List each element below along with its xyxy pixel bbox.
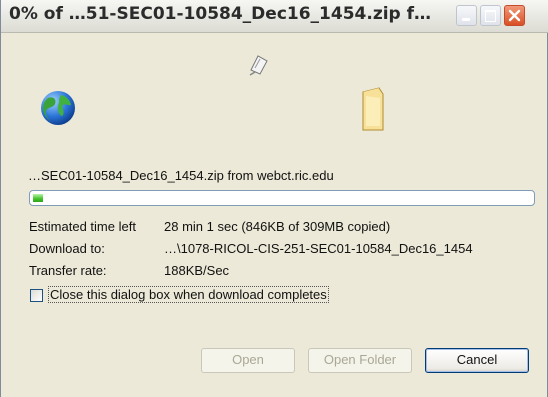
download-file-info: …SEC01-10584_Dec16_1454.zip from webct.r… (28, 168, 334, 183)
cancel-button[interactable]: Cancel (425, 348, 529, 373)
progress-fill (33, 194, 43, 202)
folder-icon (362, 87, 384, 131)
download-to-value: …\1078-RICOL-CIS-251-SEC01-10584_Dec16_1… (164, 241, 473, 256)
open-folder-button-label: Open Folder (323, 352, 397, 367)
download-dialog: 0% of …51-SEC01-10584_Dec16_1454.zip f… (0, 0, 548, 397)
transfer-rate-label: Transfer rate: (29, 263, 107, 278)
window-title: 0% of …51-SEC01-10584_Dec16_1454.zip f… (9, 4, 432, 24)
transfer-rate-value: 188KB/Sec (164, 263, 230, 278)
open-button[interactable]: Open (201, 348, 295, 373)
cancel-button-label: Cancel (456, 352, 498, 367)
close-icon[interactable] (504, 5, 525, 26)
download-to-label: Download to: (29, 241, 105, 256)
close-when-done-label[interactable]: Close this dialog box when download comp… (48, 286, 329, 303)
globe-icon (41, 91, 75, 125)
open-button-label: Open (232, 352, 264, 367)
close-when-done-text: Close this dialog box when download comp… (50, 287, 327, 302)
title-bar[interactable]: 0% of …51-SEC01-10584_Dec16_1454.zip f… (1, 0, 548, 33)
close-when-done-checkbox[interactable] (30, 289, 43, 302)
paper-flying-icon (249, 55, 268, 76)
estimated-time-value: 28 min 1 sec (846KB of 309MB copied) (164, 219, 391, 234)
download-progress-bar (29, 190, 535, 206)
open-folder-button[interactable]: Open Folder (308, 348, 412, 373)
minimize-icon[interactable] (456, 5, 477, 26)
estimated-time-label: Estimated time left (29, 219, 136, 234)
maximize-icon[interactable] (480, 5, 501, 26)
